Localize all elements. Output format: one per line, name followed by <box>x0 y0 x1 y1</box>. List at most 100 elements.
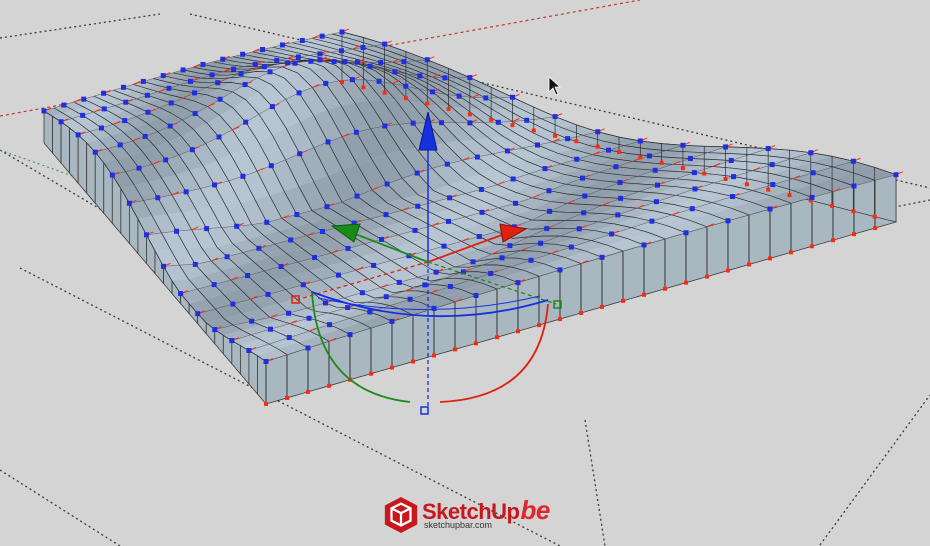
anchor-pin <box>411 359 415 364</box>
control-point <box>252 61 258 67</box>
sketchup-3d-viewport[interactable]: SketchUpbe sketchupbar.com <box>0 0 930 546</box>
control-point <box>195 311 201 317</box>
control-point <box>41 108 47 114</box>
control-point <box>143 232 149 238</box>
control-point <box>174 228 180 234</box>
anchor-pin <box>830 203 835 208</box>
control-point <box>260 47 266 53</box>
wall-panel <box>43 110 53 155</box>
control-point <box>292 60 298 66</box>
control-point <box>297 151 303 157</box>
control-point <box>347 332 353 338</box>
wall-panel <box>475 288 498 344</box>
anchor-pin <box>537 323 541 328</box>
control-point <box>538 240 544 246</box>
control-point <box>422 282 428 288</box>
anchor-pin <box>495 335 499 340</box>
control-point <box>183 189 189 195</box>
anchor-pin <box>744 182 749 187</box>
control-point <box>168 100 174 106</box>
control-point <box>300 282 306 288</box>
control-point <box>204 226 210 232</box>
control-point <box>317 57 323 63</box>
control-point <box>144 92 150 98</box>
grid-line <box>0 13 161 39</box>
control-point <box>429 89 435 95</box>
control-point <box>579 175 585 181</box>
anchor-pin <box>306 389 310 394</box>
control-point <box>240 173 246 179</box>
control-point <box>80 112 86 118</box>
control-point <box>851 183 857 189</box>
control-point <box>155 195 161 201</box>
wall-panel <box>748 208 771 265</box>
wall-panel <box>601 250 624 308</box>
control-point <box>467 75 473 81</box>
control-point <box>189 147 195 153</box>
anchor-pin <box>680 166 685 171</box>
control-point <box>637 138 643 144</box>
control-point <box>483 95 489 101</box>
control-point <box>325 139 331 145</box>
control-point <box>295 54 301 60</box>
control-point <box>324 204 330 210</box>
control-point <box>809 194 815 200</box>
control-point <box>240 51 246 57</box>
control-point <box>609 231 615 237</box>
anchor-pin <box>621 298 625 303</box>
control-point <box>407 296 413 302</box>
control-point <box>509 94 515 100</box>
wall-panel <box>60 121 71 175</box>
wall-panel <box>454 294 477 350</box>
model-scene[interactable] <box>0 0 930 546</box>
control-point <box>345 245 351 251</box>
grid-line <box>819 394 930 546</box>
control-point <box>568 244 574 250</box>
control-point <box>767 206 773 212</box>
control-point <box>122 118 128 124</box>
control-point <box>299 37 305 43</box>
control-point <box>256 245 262 251</box>
wall-panel <box>790 196 813 253</box>
control-point <box>599 254 605 260</box>
control-point <box>359 290 365 296</box>
control-point <box>243 119 249 125</box>
control-point <box>327 322 333 328</box>
control-point <box>565 136 571 142</box>
control-point <box>268 163 274 169</box>
control-point <box>654 182 660 188</box>
control-point <box>269 104 275 110</box>
wall-panel <box>664 232 687 290</box>
control-point <box>278 264 284 270</box>
anchor-pin <box>768 256 772 261</box>
anchor-pin <box>558 317 562 322</box>
control-point <box>574 156 580 162</box>
control-point <box>478 186 484 192</box>
control-point <box>308 58 314 64</box>
control-point <box>376 78 382 84</box>
wall-panel <box>391 314 414 369</box>
wall-panel <box>580 256 603 314</box>
control-point <box>850 158 856 164</box>
control-point <box>439 120 445 126</box>
control-point <box>415 203 421 209</box>
anchor-pin <box>574 139 579 144</box>
control-point <box>442 75 448 81</box>
control-point <box>770 182 776 188</box>
wall-panel <box>370 320 393 375</box>
control-point <box>75 132 81 138</box>
control-point <box>582 193 588 199</box>
control-point <box>689 206 695 212</box>
control-point <box>231 66 237 72</box>
control-point <box>441 243 447 249</box>
control-point <box>285 60 291 66</box>
control-point <box>504 148 510 154</box>
control-point <box>322 300 328 306</box>
z-scale-handle <box>420 406 429 415</box>
grid-line <box>584 419 606 546</box>
control-point <box>382 41 388 47</box>
anchor-pin <box>595 144 600 149</box>
control-point <box>412 227 418 233</box>
control-point <box>296 90 302 96</box>
control-point <box>606 147 612 153</box>
